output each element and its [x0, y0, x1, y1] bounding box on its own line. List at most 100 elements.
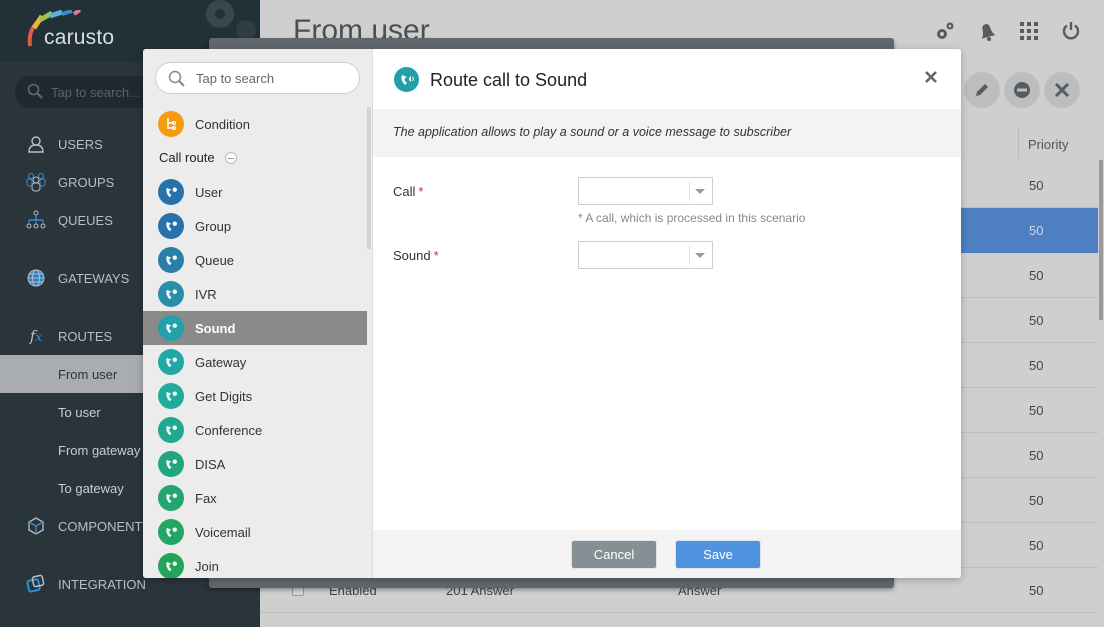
disa-call-icon — [158, 451, 184, 477]
sidebar-item-label: QUEUES — [58, 212, 113, 228]
notification-bell-icon[interactable] — [976, 18, 998, 44]
picker-item-join[interactable]: Join — [143, 549, 367, 578]
row-priority: 50 — [1029, 223, 1044, 238]
collapse-icon[interactable] — [224, 151, 237, 164]
picker-item-label: Group — [195, 218, 232, 234]
required-marker: * — [433, 248, 439, 263]
edit-button[interactable] — [964, 72, 1000, 108]
conference-call-icon — [158, 417, 184, 443]
sidebar-item-label: GATEWAYS — [58, 270, 130, 286]
integration-icon — [23, 571, 49, 597]
user-icon — [23, 131, 49, 157]
save-button[interactable]: Save — [675, 540, 761, 569]
picker-item-ivr[interactable]: IVR — [143, 277, 367, 311]
row-priority: 50 — [1029, 448, 1044, 463]
row-priority: 50 — [1029, 313, 1044, 328]
table-scrollbar[interactable] — [1099, 160, 1103, 320]
sidebar-item-label: USERS — [58, 136, 103, 152]
application-picker: Tap to search Condition Call route User G… — [143, 49, 373, 578]
required-marker: * — [418, 184, 424, 199]
edit-icon — [976, 84, 988, 96]
call-label-text: Call — [393, 184, 416, 199]
call-field-hint: * A call, which is processed in this sce… — [578, 211, 806, 225]
picker-item-disa[interactable]: DISA — [143, 447, 367, 481]
picker-item-fax[interactable]: Fax — [143, 481, 367, 515]
group-call-icon — [158, 213, 184, 239]
picker-item-get-digits[interactable]: Get Digits — [143, 379, 367, 413]
disable-button[interactable] — [1004, 72, 1040, 108]
disable-icon — [1014, 82, 1030, 98]
join-call-icon — [158, 553, 184, 578]
column-header-priority[interactable]: Priority — [1028, 137, 1068, 152]
ivr-call-icon — [158, 281, 184, 307]
picker-item-label: Sound — [195, 320, 236, 336]
picker-scrollbar[interactable] — [367, 107, 371, 249]
condition-icon — [158, 111, 184, 137]
globe-icon — [23, 265, 49, 291]
picker-item-label: IVR — [195, 286, 217, 302]
dialog-content: Route call to Sound The application allo… — [373, 49, 961, 578]
brand-name: carusto — [44, 26, 115, 49]
close-icon[interactable] — [923, 69, 939, 85]
sound-field-label: Sound * — [393, 248, 439, 263]
fax-call-icon — [158, 485, 184, 511]
picker-item-label: User — [195, 184, 223, 200]
picker-item-queue[interactable]: Queue — [143, 243, 367, 277]
chevron-down-icon — [695, 189, 705, 194]
row-priority: 50 — [1029, 583, 1044, 598]
settings-gears-icon[interactable] — [934, 18, 956, 44]
picker-item-voicemail[interactable]: Voicemail — [143, 515, 367, 549]
call-field-label: Call * — [393, 184, 423, 199]
picker-item-label: Gateway — [195, 354, 247, 370]
dialog-header: Route call to Sound — [373, 49, 961, 109]
picker-item-label: Fax — [195, 490, 217, 506]
row-priority: 50 — [1029, 538, 1044, 553]
delete-icon — [1054, 82, 1070, 98]
picker-item-condition[interactable]: Condition — [143, 107, 367, 141]
description-text: The application allows to play a sound o… — [393, 125, 792, 139]
power-icon[interactable] — [1060, 18, 1082, 44]
picker-item-label: DISA — [195, 456, 226, 472]
group-label: Call route — [159, 150, 215, 165]
sidebar-search-placeholder: Tap to search... — [51, 85, 140, 100]
picker-item-gateway[interactable]: Gateway — [143, 345, 367, 379]
picker-item-user[interactable]: User — [143, 175, 367, 209]
call-route-group-header[interactable]: Call route — [159, 150, 237, 165]
user-call-icon — [158, 179, 184, 205]
picker-item-label: Get Digits — [195, 388, 253, 404]
top-toolbar — [934, 18, 1082, 44]
queue-icon — [23, 207, 49, 233]
sidebar-item-label: ROUTES — [58, 328, 113, 344]
picker-item-label: Queue — [195, 252, 235, 268]
dialog-footer: Cancel Save — [373, 530, 961, 578]
voicemail-call-icon — [158, 519, 184, 545]
picker-item-label: Voicemail — [195, 524, 251, 540]
picker-item-sound[interactable]: Sound — [143, 311, 367, 345]
dialog-title: Route call to Sound — [430, 70, 588, 90]
row-priority: 50 — [1029, 358, 1044, 373]
sidebar-item-label: INTEGRATION — [58, 576, 146, 592]
row-priority: 50 — [1029, 178, 1044, 193]
delete-button[interactable] — [1044, 72, 1080, 108]
sound-select[interactable] — [578, 241, 713, 269]
dialog-description: The application allows to play a sound o… — [373, 109, 961, 157]
picker-item-label: Conference — [195, 422, 263, 438]
call-select[interactable] — [578, 177, 713, 205]
picker-search-placeholder: Tap to search — [196, 71, 275, 86]
gateway-call-icon — [158, 349, 184, 375]
sidebar-item-label: GROUPS — [58, 174, 115, 190]
picker-item-conference[interactable]: Conference — [143, 413, 367, 447]
picker-search-input[interactable]: Tap to search — [155, 62, 360, 94]
cancel-button[interactable]: Cancel — [571, 540, 657, 569]
route-application-dialog: Tap to search Condition Call route User G… — [143, 49, 961, 578]
search-icon — [168, 70, 185, 87]
apps-grid-icon[interactable] — [1018, 18, 1040, 44]
sidebar-item-label: COMPONENTS — [58, 518, 152, 534]
group-icon — [23, 169, 49, 195]
picker-item-group[interactable]: Group — [143, 209, 367, 243]
select-divider — [689, 245, 690, 265]
sound-call-icon — [158, 315, 184, 341]
fx-icon: fx — [29, 327, 43, 345]
sound-label-text: Sound — [393, 248, 431, 263]
picker-item-label: Join — [195, 558, 219, 574]
